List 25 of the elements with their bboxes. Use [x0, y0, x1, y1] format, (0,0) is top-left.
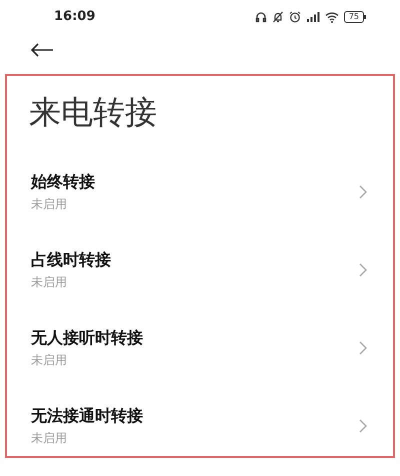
- row-label: 无法接通时转接: [31, 405, 143, 427]
- wifi-icon: [324, 10, 339, 22]
- back-arrow-icon[interactable]: [30, 43, 54, 57]
- chevron-icon: [359, 263, 367, 277]
- row-status: 未启用: [31, 274, 68, 291]
- row-label: 始终转接: [31, 171, 95, 193]
- settings-row[interactable]: 始终转接 未启用: [7, 156, 393, 234]
- status-time: 16:09: [54, 8, 96, 26]
- settings-row[interactable]: 占线时转接 未启用: [7, 234, 393, 312]
- row-status: 未启用: [31, 196, 68, 213]
- row-label: 占线时转接: [31, 249, 111, 271]
- battery-indicator: 75: [344, 10, 364, 22]
- page-title: 来电转接: [28, 94, 158, 130]
- settings-row[interactable]: 无法接通时转接 未启用: [7, 390, 393, 468]
- muted-bell-icon: [272, 10, 284, 22]
- chevron-icon: [359, 185, 367, 199]
- row-status: 未启用: [31, 352, 68, 369]
- alarm-icon: [288, 10, 301, 22]
- chevron-icon: [359, 341, 367, 355]
- headphones-icon: [254, 10, 267, 22]
- settings-row[interactable]: 无人接听时转接 未启用: [7, 312, 393, 390]
- chevron-icon: [359, 419, 367, 433]
- row-status: 未启用: [31, 430, 68, 447]
- row-label: 无人接听时转接: [31, 327, 143, 349]
- signal-icon: [306, 10, 320, 22]
